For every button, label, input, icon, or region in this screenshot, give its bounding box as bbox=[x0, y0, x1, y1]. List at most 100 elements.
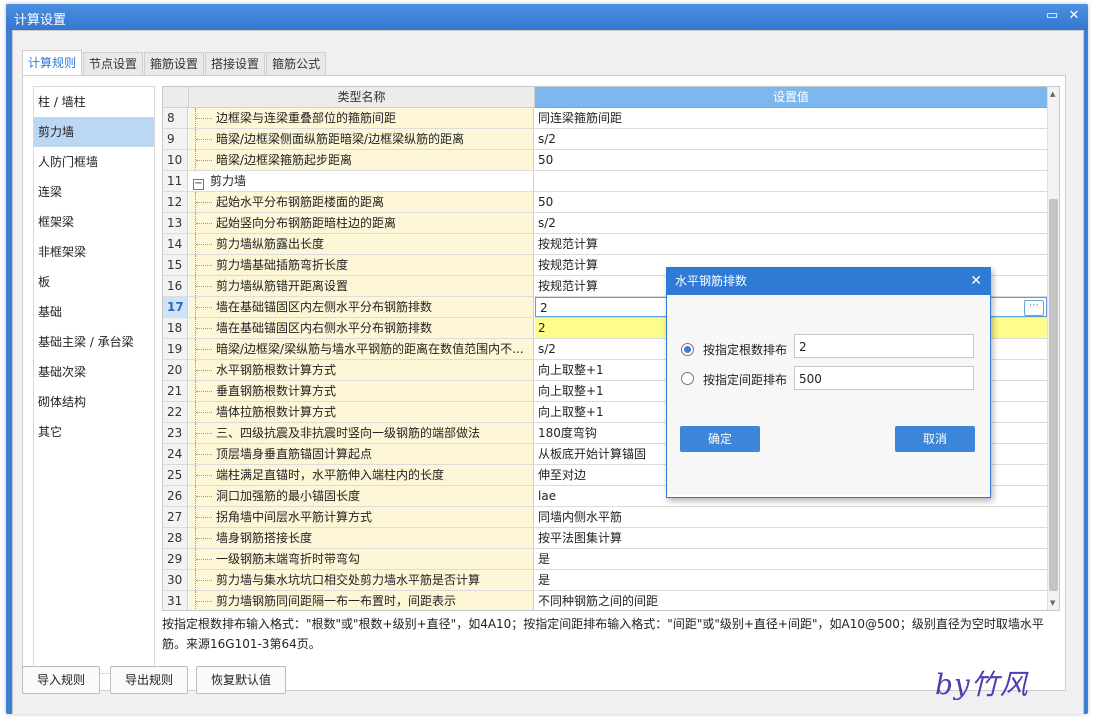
tree-line bbox=[195, 129, 214, 149]
list-item-foundation[interactable]: 基础 bbox=[34, 297, 154, 327]
header-setting-value: 设置值 bbox=[535, 87, 1047, 108]
row-number: 19 bbox=[163, 339, 188, 359]
list-item-civil-defense-wall[interactable]: 人防门框墙 bbox=[34, 147, 154, 177]
row-number: 16 bbox=[163, 276, 188, 296]
list-item-other[interactable]: 其它 bbox=[34, 417, 154, 447]
tab-calc-rules[interactable]: 计算规则 bbox=[22, 50, 83, 75]
ellipsis-button[interactable]: ⋯ bbox=[1024, 300, 1044, 316]
import-rules-button[interactable]: 导入规则 bbox=[22, 666, 101, 694]
table-row[interactable]: 27 拐角墙中间层水平筋计算方式 同墙内侧水平筋 bbox=[163, 507, 1047, 528]
cancel-button[interactable]: 取消 bbox=[895, 426, 975, 452]
collapse-icon[interactable]: − bbox=[193, 179, 204, 190]
row-number: 13 bbox=[163, 213, 188, 233]
radio-by-count[interactable] bbox=[681, 343, 694, 356]
radio-by-spacing[interactable] bbox=[681, 372, 694, 385]
row-number: 15 bbox=[163, 255, 188, 275]
list-item-foundation-main-beam[interactable]: 基础主梁 / 承台梁 bbox=[34, 327, 154, 357]
table-row[interactable]: 11− 剪力墙 bbox=[163, 171, 1047, 192]
tree-line bbox=[195, 507, 214, 527]
tab-stirrup-settings[interactable]: 箍筋设置 bbox=[144, 52, 205, 75]
row-name-text: 墙在基础锚固区内右侧水平分布钢筋排数 bbox=[216, 321, 433, 335]
list-item-column[interactable]: 柱 / 墙柱 bbox=[34, 87, 154, 117]
scroll-down-icon[interactable]: ▼ bbox=[1050, 599, 1055, 607]
row-name-text: 剪力墙基础插筋弯折长度 bbox=[216, 258, 349, 272]
minimize-icon[interactable]: ▭ bbox=[1042, 7, 1062, 25]
dialog-close-icon[interactable]: ✕ bbox=[970, 268, 982, 295]
row-setting-value[interactable]: 同连梁箍筋间距 bbox=[535, 108, 1047, 128]
tree-line bbox=[195, 381, 214, 401]
table-row[interactable]: 30 剪力墙与集水坑坑口相交处剪力墙水平筋是否计算 是 bbox=[163, 570, 1047, 591]
row-setting-value[interactable]: s/2 bbox=[535, 129, 1047, 149]
scroll-up-icon[interactable]: ▲ bbox=[1050, 90, 1055, 98]
row-name-text: 起始水平分布钢筋距楼面的距离 bbox=[216, 195, 385, 209]
tab-stirrup-formula[interactable]: 箍筋公式 bbox=[266, 52, 327, 75]
list-item-coupling-beam[interactable]: 连梁 bbox=[34, 177, 154, 207]
row-setting-value[interactable]: s/2 bbox=[535, 213, 1047, 233]
table-row[interactable]: 12 起始水平分布钢筋距楼面的距离 50 bbox=[163, 192, 1047, 213]
tree-line bbox=[195, 150, 214, 170]
row-name-text: 暗梁/边框梁/梁纵筋与墙水平钢筋的距离在数值范围内不... bbox=[216, 342, 524, 356]
row-type-name: − 剪力墙 bbox=[189, 171, 534, 191]
row-name-text: 拐角墙中间层水平筋计算方式 bbox=[216, 510, 373, 524]
row-value-text: 按规范计算 bbox=[538, 279, 599, 293]
tree-line bbox=[195, 486, 214, 506]
list-item-masonry[interactable]: 砌体结构 bbox=[34, 387, 154, 417]
row-number: 23 bbox=[163, 423, 188, 443]
row-number: 27 bbox=[163, 507, 188, 527]
list-item-foundation-secondary-beam[interactable]: 基础次梁 bbox=[34, 357, 154, 387]
row-setting-value[interactable]: 按规范计算 bbox=[535, 234, 1047, 254]
row-name-text: 剪力墙与集水坑坑口相交处剪力墙水平筋是否计算 bbox=[216, 573, 481, 587]
row-value-text: 按规范计算 bbox=[538, 237, 599, 251]
row-type-name: 起始水平分布钢筋距楼面的距离 bbox=[189, 192, 534, 212]
row-type-name: 墙体拉筋根数计算方式 bbox=[189, 402, 534, 422]
row-setting-value[interactable]: 50 bbox=[535, 192, 1047, 212]
tab-node-settings[interactable]: 节点设置 bbox=[83, 52, 144, 75]
row-value-text: 同墙内侧水平筋 bbox=[538, 510, 623, 524]
row-setting-value[interactable]: 不同种钢筋之间的间距 bbox=[535, 591, 1047, 610]
row-number: 10 bbox=[163, 150, 188, 170]
row-type-name: 墙在基础锚固区内左侧水平分布钢筋排数 bbox=[189, 297, 534, 317]
list-item-non-frame-beam[interactable]: 非框架梁 bbox=[34, 237, 154, 267]
table-row[interactable]: 13 起始竖向分布钢筋距暗柱边的距离 s/2 bbox=[163, 213, 1047, 234]
row-number: 30 bbox=[163, 570, 188, 590]
list-item-frame-beam[interactable]: 框架梁 bbox=[34, 207, 154, 237]
row-setting-value[interactable]: 是 bbox=[535, 570, 1047, 590]
row-number: 17 bbox=[163, 297, 188, 317]
group-label: 剪力墙 bbox=[210, 174, 247, 188]
close-icon[interactable]: ✕ bbox=[1064, 7, 1084, 25]
row-number: 22 bbox=[163, 402, 188, 422]
table-row[interactable]: 28 墙身钢筋搭接长度 按平法图集计算 bbox=[163, 528, 1047, 549]
list-item-shear-wall[interactable]: 剪力墙 bbox=[34, 117, 154, 147]
row-setting-value[interactable]: 按平法图集计算 bbox=[535, 528, 1047, 548]
row-setting-value[interactable]: 50 bbox=[535, 150, 1047, 170]
table-row[interactable]: 10 暗梁/边框梁箍筋起步距离 50 bbox=[163, 150, 1047, 171]
list-item-slab[interactable]: 板 bbox=[34, 267, 154, 297]
table-row[interactable]: 9 暗梁/边框梁侧面纵筋距暗梁/边框梁纵筋的距离 s/2 bbox=[163, 129, 1047, 150]
tree-line bbox=[195, 339, 214, 359]
row-name-text: 剪力墙纵筋露出长度 bbox=[216, 237, 325, 251]
tab-lap-settings[interactable]: 搭接设置 bbox=[205, 52, 266, 75]
ok-button[interactable]: 确定 bbox=[680, 426, 760, 452]
table-row[interactable]: 14 剪力墙纵筋露出长度 按规范计算 bbox=[163, 234, 1047, 255]
row-type-name: 端柱满足直锚时，水平筋伸入端柱内的长度 bbox=[189, 465, 534, 485]
row-number: 26 bbox=[163, 486, 188, 506]
scroll-thumb[interactable] bbox=[1049, 199, 1058, 591]
row-type-name: 垂直钢筋根数计算方式 bbox=[189, 381, 534, 401]
export-rules-button[interactable]: 导出规则 bbox=[110, 666, 189, 694]
row-number: 25 bbox=[163, 465, 188, 485]
row-number: 21 bbox=[163, 381, 188, 401]
row-setting-value[interactable]: 是 bbox=[535, 549, 1047, 569]
row-setting-value[interactable]: 同墙内侧水平筋 bbox=[535, 507, 1047, 527]
tree-line bbox=[195, 234, 214, 254]
grid-scrollbar[interactable]: ▲ ▼ bbox=[1047, 87, 1059, 610]
table-row[interactable]: 29 一级钢筋末端弯折时带弯勾 是 bbox=[163, 549, 1047, 570]
spacing-input[interactable]: 500 bbox=[794, 366, 974, 390]
row-type-name: 剪力墙纵筋露出长度 bbox=[189, 234, 534, 254]
table-row[interactable]: 8 边框梁与连梁重叠部位的箍筋间距 同连梁箍筋间距 bbox=[163, 108, 1047, 129]
row-setting-value[interactable] bbox=[535, 171, 1047, 191]
table-row[interactable]: 31 剪力墙钢筋同间距隔一布一布置时，间距表示 不同种钢筋之间的间距 bbox=[163, 591, 1047, 610]
row-value-text: 向上取整+1 bbox=[538, 384, 604, 398]
count-input[interactable]: 2 bbox=[794, 334, 974, 358]
restore-defaults-button[interactable]: 恢复默认值 bbox=[196, 666, 287, 694]
row-name-text: 一级钢筋末端弯折时带弯勾 bbox=[216, 552, 361, 566]
